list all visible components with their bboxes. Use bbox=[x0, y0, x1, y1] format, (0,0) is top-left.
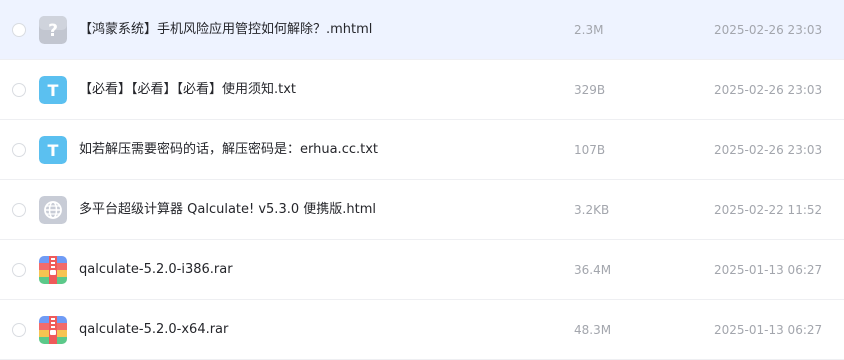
row-checkbox[interactable] bbox=[12, 143, 26, 157]
file-row[interactable]: ? 【鸿蒙系统】手机风险应用管控如何解除？.mhtml 2.3M 2025-02… bbox=[0, 0, 844, 60]
file-modified-date: 2025-02-22 11:52 bbox=[714, 203, 823, 217]
file-modified-date: 2025-02-26 23:03 bbox=[714, 23, 823, 37]
row-checkbox[interactable] bbox=[12, 203, 26, 217]
row-checkbox[interactable] bbox=[12, 23, 26, 37]
archive-file-icon bbox=[39, 256, 67, 284]
row-checkbox[interactable] bbox=[12, 323, 26, 337]
file-size: 3.2KB bbox=[574, 203, 610, 217]
file-row[interactable]: qalculate-5.2.0-i386.rar 36.4M 2025-01-1… bbox=[0, 240, 844, 300]
file-name[interactable]: 多平台超级计算器 Qalculate! v5.3.0 便携版.html bbox=[79, 180, 376, 240]
row-checkbox[interactable] bbox=[12, 263, 26, 277]
svg-text:T: T bbox=[48, 81, 59, 100]
file-modified-date: 2025-02-26 23:03 bbox=[714, 83, 823, 97]
file-name[interactable]: 如若解压需要密码的话，解压密码是：erhua.cc.txt bbox=[79, 120, 378, 180]
file-name[interactable]: qalculate-5.2.0-i386.rar bbox=[79, 240, 233, 300]
file-row[interactable]: T 【必看】【必看】【必看】使用须知.txt 329B 2025-02-26 2… bbox=[0, 60, 844, 120]
svg-text:?: ? bbox=[48, 21, 58, 41]
file-row[interactable]: T 如若解压需要密码的话，解压密码是：erhua.cc.txt 107B 202… bbox=[0, 120, 844, 180]
file-list: ? 【鸿蒙系统】手机风险应用管控如何解除？.mhtml 2.3M 2025-02… bbox=[0, 0, 844, 360]
file-modified-date: 2025-01-13 06:27 bbox=[714, 263, 823, 277]
file-name[interactable]: 【鸿蒙系统】手机风险应用管控如何解除？.mhtml bbox=[79, 0, 372, 60]
svg-text:T: T bbox=[48, 141, 59, 160]
text-file-icon: T bbox=[39, 136, 67, 164]
file-size: 36.4M bbox=[574, 263, 612, 277]
unknown-file-icon: ? bbox=[39, 16, 67, 44]
file-size: 2.3M bbox=[574, 23, 604, 37]
file-size: 48.3M bbox=[574, 323, 612, 337]
text-file-icon: T bbox=[39, 76, 67, 104]
web-file-icon bbox=[39, 196, 67, 224]
row-checkbox[interactable] bbox=[12, 83, 26, 97]
file-modified-date: 2025-01-13 06:27 bbox=[714, 323, 823, 337]
file-name[interactable]: 【必看】【必看】【必看】使用须知.txt bbox=[79, 60, 296, 120]
file-modified-date: 2025-02-26 23:03 bbox=[714, 143, 823, 157]
file-row[interactable]: 多平台超级计算器 Qalculate! v5.3.0 便携版.html 3.2K… bbox=[0, 180, 844, 240]
file-name[interactable]: qalculate-5.2.0-x64.rar bbox=[79, 300, 228, 360]
file-size: 329B bbox=[574, 83, 606, 97]
archive-file-icon bbox=[39, 316, 67, 344]
file-size: 107B bbox=[574, 143, 606, 157]
file-row[interactable]: qalculate-5.2.0-x64.rar 48.3M 2025-01-13… bbox=[0, 300, 844, 360]
